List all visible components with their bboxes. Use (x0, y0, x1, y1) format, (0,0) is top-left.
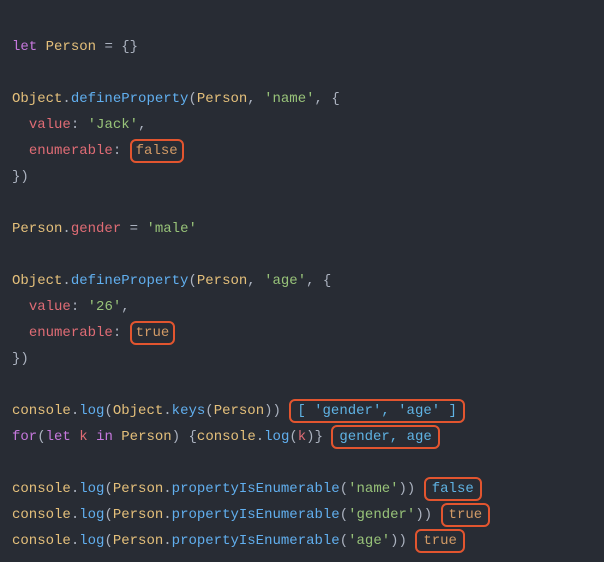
line-8: Person.gender = 'male' (12, 221, 197, 237)
str-age: 'age' (264, 273, 306, 289)
line-1: let Person = {} (12, 39, 138, 55)
ident-object: Object (12, 91, 62, 107)
str-26: '26' (88, 299, 122, 315)
str-name: 'name' (264, 91, 314, 107)
fn-defineproperty: defineProperty (71, 91, 189, 107)
bool-true: true (136, 325, 170, 341)
dot: . (62, 91, 70, 107)
line-4: value: 'Jack', (12, 117, 146, 133)
punct: = {} (96, 39, 138, 55)
comma: , (247, 91, 264, 107)
line-11: value: '26', (12, 299, 130, 315)
line-15: console.log(Object.keys(Person)) [ 'gend… (12, 403, 465, 419)
highlight-true: true (130, 321, 176, 345)
line-16: for(let k in Person) {console.log(k)} ge… (12, 429, 440, 445)
ident-person: Person (12, 221, 62, 237)
ident-person: Person (46, 39, 96, 55)
output-keys: [ 'gender', 'age' ] (289, 399, 465, 423)
str-jack: 'Jack' (88, 117, 138, 133)
str-male: 'male' (146, 221, 196, 237)
line-12: enumerable: true (12, 325, 175, 341)
highlight-false: false (130, 139, 184, 163)
open: ( (188, 91, 196, 107)
ident-k: k (79, 429, 87, 445)
prop-gender: gender (71, 221, 121, 237)
obj-open: { (331, 91, 339, 107)
line-5: enumerable: false (12, 143, 184, 159)
line-6: }) (12, 169, 29, 185)
output-for: gender, age (331, 425, 439, 449)
fn-propertyisenumerable: propertyIsEnumerable (172, 481, 340, 497)
line-19: console.log(Person.propertyIsEnumerable(… (12, 507, 490, 523)
line-3: Object.defineProperty(Person, 'name', { (12, 91, 340, 107)
code-editor: let Person = {} Object.defineProperty(Pe… (0, 0, 604, 562)
output-enum-gender: true (441, 503, 491, 527)
line-20: console.log(Person.propertyIsEnumerable(… (12, 533, 465, 549)
bool-false: false (136, 143, 178, 159)
output-enum-name: false (424, 477, 482, 501)
line-13: }) (12, 351, 29, 367)
output-enum-age: true (415, 529, 465, 553)
keyword-let: let (12, 39, 37, 55)
fn-keys: keys (172, 403, 206, 419)
ident-person: Person (197, 91, 247, 107)
comma: , (315, 91, 332, 107)
line-18: console.log(Person.propertyIsEnumerable(… (12, 481, 482, 497)
prop-value: value (29, 117, 71, 133)
line-10: Object.defineProperty(Person, 'age', { (12, 273, 331, 289)
prop-enumerable: enumerable (29, 143, 113, 159)
